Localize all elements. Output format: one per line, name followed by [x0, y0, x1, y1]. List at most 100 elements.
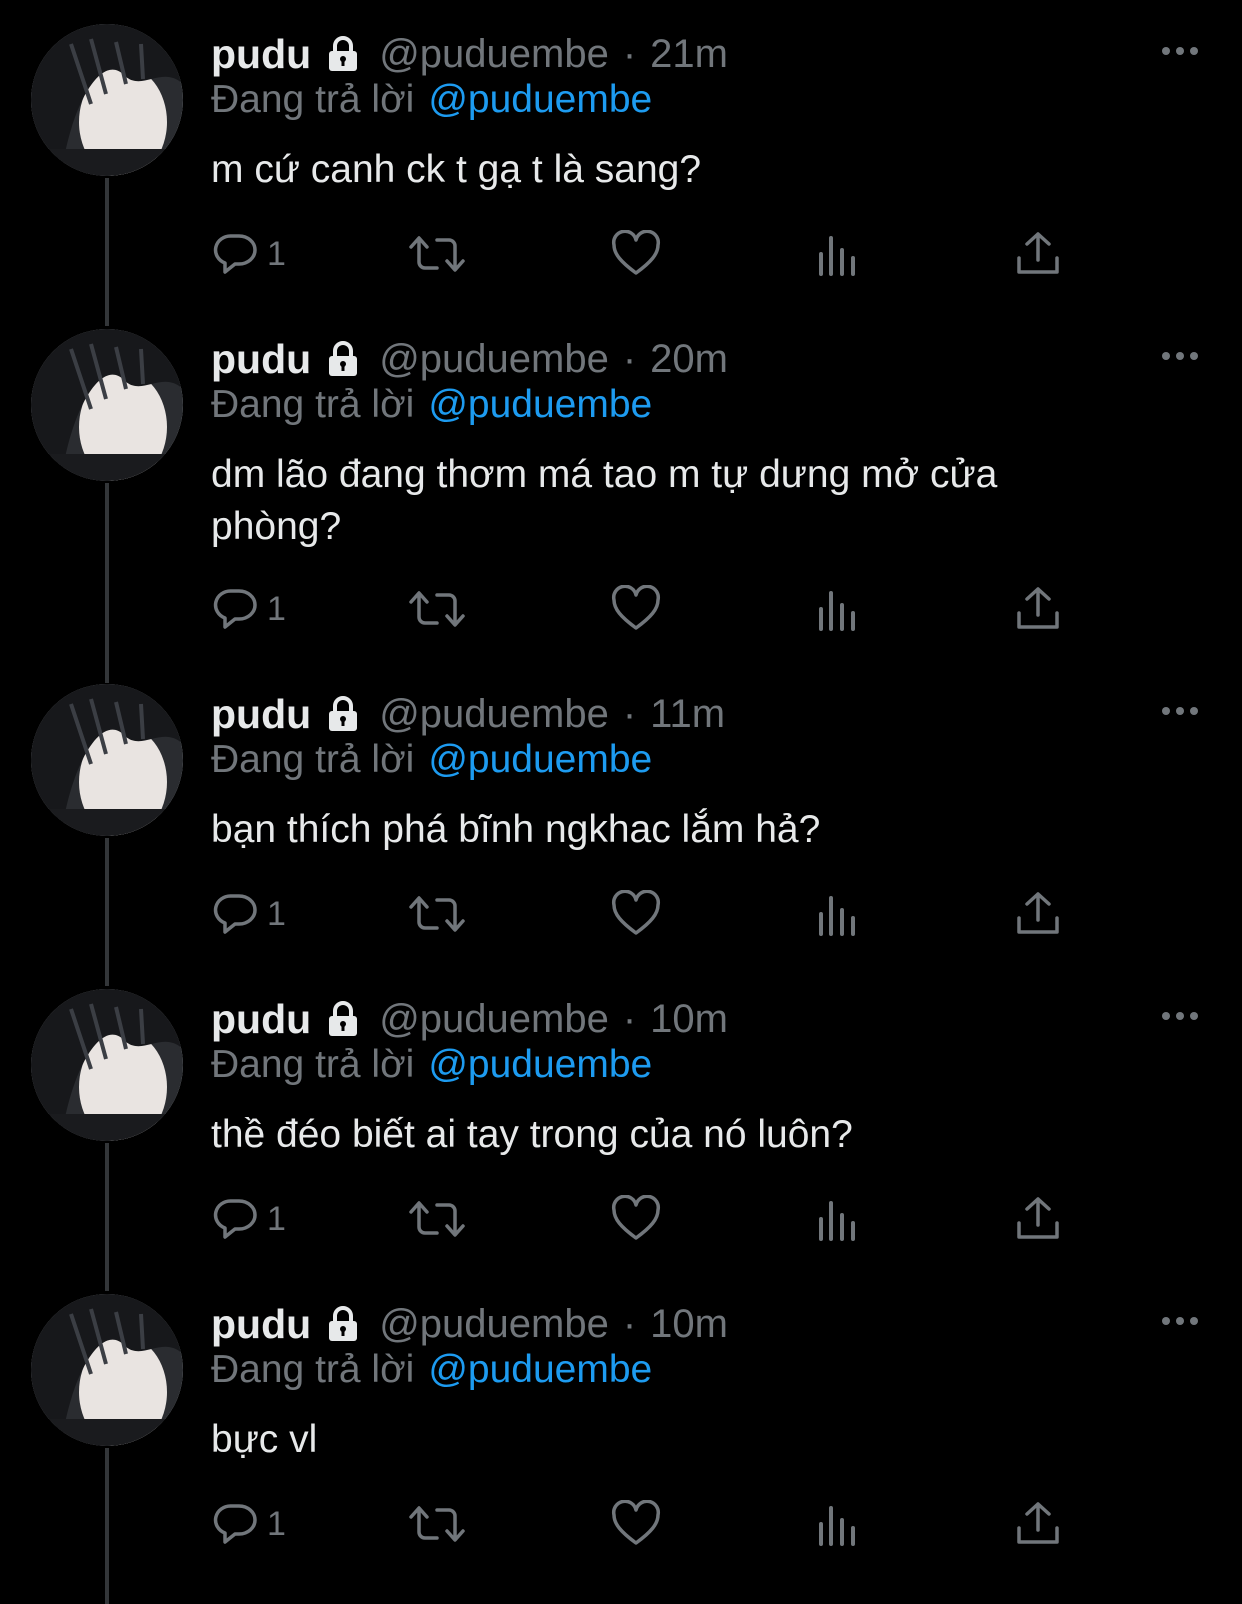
avatar[interactable]	[31, 24, 183, 176]
views-button[interactable]	[816, 889, 860, 939]
reply-button[interactable]: 1	[211, 584, 286, 634]
display-name[interactable]: pudu	[211, 31, 311, 78]
tweet-text: bạn thích phá bĩnh ngkhac lắm hả?	[211, 808, 821, 851]
like-button[interactable]	[611, 889, 661, 939]
lock-icon	[323, 694, 363, 734]
user-handle[interactable]: @puduembe	[379, 1302, 609, 1347]
action-bar: 1	[211, 889, 1111, 939]
share-button[interactable]	[1015, 584, 1061, 634]
reply-count: 1	[267, 234, 286, 273]
share-button[interactable]	[1015, 229, 1061, 279]
reply-count: 1	[267, 894, 286, 933]
display-name[interactable]: pudu	[211, 336, 311, 383]
replying-label: Đang trả lời	[211, 1043, 415, 1086]
views-icon	[816, 1500, 860, 1548]
user-handle[interactable]: @puduembe	[379, 32, 609, 77]
tweet[interactable]: pudu @puduembe · 21m Đang trả lời @puduem…	[0, 0, 1242, 326]
mention-link[interactable]: @puduembe	[428, 1348, 652, 1391]
share-button[interactable]	[1015, 1499, 1061, 1549]
timestamp[interactable]: 20m	[650, 337, 728, 382]
mention-link[interactable]: @puduembe	[428, 1043, 652, 1086]
tweet[interactable]: pudu @puduembe · 10m Đang trả lời @puduem…	[0, 1270, 1242, 1604]
tweet-text: bực vl	[211, 1418, 318, 1461]
tweet[interactable]: pudu @puduembe · 10m Đang trả lời @puduem…	[0, 965, 1242, 1291]
tweet-header: pudu @puduembe · 21m	[211, 26, 728, 82]
separator: ·	[622, 31, 637, 76]
share-icon	[1015, 585, 1061, 633]
reply-icon	[211, 230, 259, 278]
mention-link[interactable]: @puduembe	[428, 738, 652, 781]
tweet[interactable]: pudu @puduembe · 11m Đang trả lời @puduem…	[0, 660, 1242, 986]
reply-icon	[211, 1195, 259, 1243]
avatar[interactable]	[31, 989, 183, 1141]
replying-label: Đang trả lời	[211, 738, 415, 781]
reply-count: 1	[267, 589, 286, 628]
lock-icon	[323, 339, 363, 379]
replying-label: Đang trả lời	[211, 1348, 415, 1391]
tweet-header: pudu @puduembe · 10m	[211, 991, 728, 1047]
retweet-button[interactable]	[409, 584, 465, 634]
reply-button[interactable]: 1	[211, 1194, 286, 1244]
thread-connector	[105, 483, 109, 683]
reply-button[interactable]: 1	[211, 229, 286, 279]
views-button[interactable]	[816, 1194, 860, 1244]
views-button[interactable]	[816, 584, 860, 634]
tweet-header: pudu @puduembe · 10m	[211, 1296, 728, 1352]
reply-button[interactable]: 1	[211, 889, 286, 939]
separator: ·	[622, 1301, 637, 1346]
like-icon	[611, 585, 661, 633]
separator: ·	[622, 996, 637, 1041]
mention-link[interactable]: @puduembe	[428, 383, 652, 426]
like-button[interactable]	[611, 229, 661, 279]
tweet-header: pudu @puduembe · 20m	[211, 331, 728, 387]
thread-connector	[105, 178, 109, 326]
retweet-button[interactable]	[409, 229, 465, 279]
more-icon[interactable]	[1160, 341, 1200, 371]
retweet-button[interactable]	[409, 1194, 465, 1244]
avatar[interactable]	[31, 1294, 183, 1446]
share-icon	[1015, 1195, 1061, 1243]
like-icon	[611, 1500, 661, 1548]
share-icon	[1015, 230, 1061, 278]
timestamp[interactable]: 21m	[650, 32, 728, 77]
replying-to: Đang trả lời @puduembe	[211, 1348, 652, 1392]
reply-thread: pudu @puduembe · 21m Đang trả lời @puduem…	[0, 0, 1242, 1604]
more-icon[interactable]	[1160, 1306, 1200, 1336]
reply-button[interactable]: 1	[211, 1499, 286, 1549]
more-icon[interactable]	[1160, 36, 1200, 66]
action-bar: 1	[211, 229, 1111, 279]
lock-icon	[323, 999, 363, 1039]
like-button[interactable]	[611, 1499, 661, 1549]
views-icon	[816, 585, 860, 633]
share-button[interactable]	[1015, 889, 1061, 939]
user-handle[interactable]: @puduembe	[379, 692, 609, 737]
display-name[interactable]: pudu	[211, 1301, 311, 1348]
user-handle[interactable]: @puduembe	[379, 997, 609, 1042]
like-button[interactable]	[611, 1194, 661, 1244]
retweet-icon	[409, 1500, 465, 1548]
more-icon[interactable]	[1160, 1001, 1200, 1031]
replying-to: Đang trả lời @puduembe	[211, 78, 652, 122]
retweet-button[interactable]	[409, 1499, 465, 1549]
more-icon[interactable]	[1160, 696, 1200, 726]
display-name[interactable]: pudu	[211, 996, 311, 1043]
timestamp[interactable]: 10m	[650, 997, 728, 1042]
share-button[interactable]	[1015, 1194, 1061, 1244]
views-button[interactable]	[816, 1499, 860, 1549]
thread-connector	[105, 1448, 109, 1604]
reply-count: 1	[267, 1504, 286, 1543]
avatar[interactable]	[31, 684, 183, 836]
replying-label: Đang trả lời	[211, 78, 415, 121]
views-button[interactable]	[816, 229, 860, 279]
timestamp[interactable]: 11m	[650, 692, 725, 737]
tweet[interactable]: pudu @puduembe · 20m Đang trả lời @puduem…	[0, 305, 1242, 683]
retweet-button[interactable]	[409, 889, 465, 939]
display-name[interactable]: pudu	[211, 691, 311, 738]
user-handle[interactable]: @puduembe	[379, 337, 609, 382]
timestamp[interactable]: 10m	[650, 1302, 728, 1347]
replying-to: Đang trả lời @puduembe	[211, 1043, 652, 1087]
like-button[interactable]	[611, 584, 661, 634]
mention-link[interactable]: @puduembe	[428, 78, 652, 121]
like-icon	[611, 230, 661, 278]
avatar[interactable]	[31, 329, 183, 481]
